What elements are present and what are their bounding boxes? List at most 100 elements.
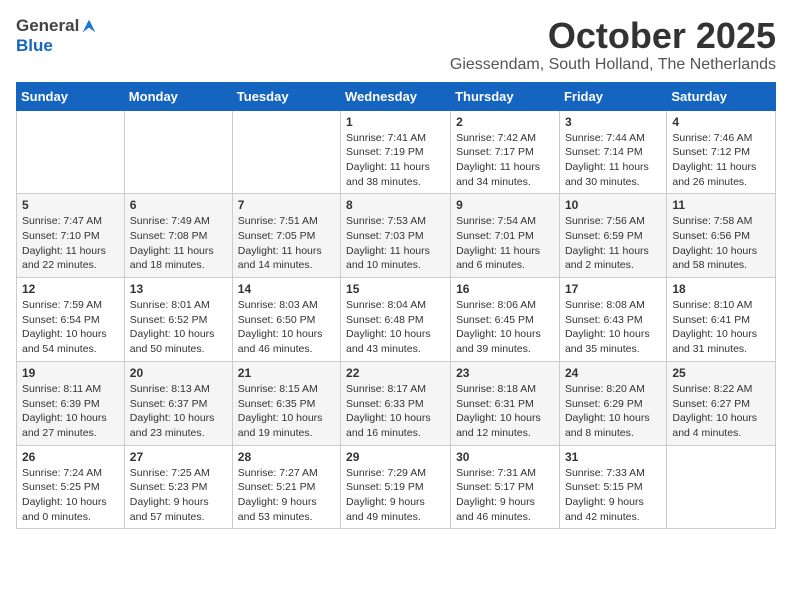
calendar-day-cell: 15Sunrise: 8:04 AM Sunset: 6:48 PM Dayli…	[341, 278, 451, 362]
day-number: 16	[456, 282, 554, 296]
calendar-table: SundayMondayTuesdayWednesdayThursdayFrid…	[16, 82, 776, 530]
logo: General Blue	[16, 16, 97, 56]
calendar-day-cell: 31Sunrise: 7:33 AM Sunset: 5:15 PM Dayli…	[559, 445, 666, 529]
day-number: 1	[346, 115, 445, 129]
calendar-day-cell: 16 Sunrise: 8:06 AM Sunset: 6:45 PM Dayli…	[451, 278, 560, 362]
calendar-day-cell: 1 Sunrise: 7:41 AM Sunset: 7:19 PM Daylig…	[341, 110, 451, 194]
calendar-week-row: 19 Sunrise: 8:11 AM Sunset: 6:39 PM Dayli…	[17, 361, 776, 445]
day-info: Sunrise: 7:56 AM Sunset: 6:59 PM Dayligh…	[565, 214, 661, 273]
calendar-header-tuesday: Tuesday	[232, 82, 340, 110]
calendar-day-cell: 3 Sunrise: 7:44 AM Sunset: 7:14 PM Daylig…	[559, 110, 666, 194]
day-info: Sunrise: 7:33 AM Sunset: 5:15 PM Dayligh…	[565, 466, 661, 525]
calendar-week-row: 5 Sunrise: 7:47 AM Sunset: 7:10 PM Daylig…	[17, 194, 776, 278]
day-number: 27	[130, 450, 227, 464]
calendar-day-cell: 4 Sunrise: 7:46 AM Sunset: 7:12 PM Daylig…	[667, 110, 776, 194]
calendar-day-cell: 25 Sunrise: 8:22 AM Sunset: 6:27 PM Dayli…	[667, 361, 776, 445]
calendar-day-cell: 14Sunrise: 8:03 AM Sunset: 6:50 PM Dayli…	[232, 278, 340, 362]
day-number: 3	[565, 115, 661, 129]
calendar-day-cell: 20Sunrise: 8:13 AM Sunset: 6:37 PM Dayli…	[124, 361, 232, 445]
day-info: Sunrise: 8:10 AM Sunset: 6:41 PM Dayligh…	[672, 298, 770, 357]
day-number: 2	[456, 115, 554, 129]
logo-arrow-icon	[81, 18, 97, 34]
day-number: 17	[565, 282, 661, 296]
day-info: Sunrise: 7:47 AM Sunset: 7:10 PM Dayligh…	[22, 214, 119, 273]
calendar-day-cell: 21Sunrise: 8:15 AM Sunset: 6:35 PM Dayli…	[232, 361, 340, 445]
day-info: Sunrise: 8:08 AM Sunset: 6:43 PM Dayligh…	[565, 298, 661, 357]
day-number: 11	[672, 198, 770, 212]
page-header: General Blue October 2025 Giessendam, So…	[16, 16, 776, 74]
day-info: Sunrise: 8:11 AM Sunset: 6:39 PM Dayligh…	[22, 382, 119, 441]
day-number: 5	[22, 198, 119, 212]
logo-general-text: General	[16, 16, 79, 36]
day-number: 7	[238, 198, 335, 212]
day-info: Sunrise: 8:22 AM Sunset: 6:27 PM Dayligh…	[672, 382, 770, 441]
day-info: Sunrise: 8:03 AM Sunset: 6:50 PM Dayligh…	[238, 298, 335, 357]
calendar-day-cell: 18 Sunrise: 8:10 AM Sunset: 6:41 PM Dayli…	[667, 278, 776, 362]
day-number: 8	[346, 198, 445, 212]
calendar-day-cell: 6 Sunrise: 7:49 AM Sunset: 7:08 PM Daylig…	[124, 194, 232, 278]
day-info: Sunrise: 7:54 AM Sunset: 7:01 PM Dayligh…	[456, 214, 554, 273]
day-info: Sunrise: 7:31 AM Sunset: 5:17 PM Dayligh…	[456, 466, 554, 525]
day-number: 24	[565, 366, 661, 380]
calendar-day-cell: 5 Sunrise: 7:47 AM Sunset: 7:10 PM Daylig…	[17, 194, 125, 278]
calendar-header-saturday: Saturday	[667, 82, 776, 110]
calendar-day-cell: 30Sunrise: 7:31 AM Sunset: 5:17 PM Dayli…	[451, 445, 560, 529]
day-info: Sunrise: 7:42 AM Sunset: 7:17 PM Dayligh…	[456, 131, 554, 190]
day-info: Sunrise: 8:04 AM Sunset: 6:48 PM Dayligh…	[346, 298, 445, 357]
month-title: October 2025	[450, 16, 776, 56]
day-info: Sunrise: 7:29 AM Sunset: 5:19 PM Dayligh…	[346, 466, 445, 525]
calendar-day-cell: 8Sunrise: 7:53 AM Sunset: 7:03 PM Daylig…	[341, 194, 451, 278]
day-number: 19	[22, 366, 119, 380]
calendar-day-cell: 13Sunrise: 8:01 AM Sunset: 6:52 PM Dayli…	[124, 278, 232, 362]
calendar-header-sunday: Sunday	[17, 82, 125, 110]
calendar-header-thursday: Thursday	[451, 82, 560, 110]
day-info: Sunrise: 7:49 AM Sunset: 7:08 PM Dayligh…	[130, 214, 227, 273]
day-number: 4	[672, 115, 770, 129]
day-info: Sunrise: 7:46 AM Sunset: 7:12 PM Dayligh…	[672, 131, 770, 190]
day-number: 21	[238, 366, 335, 380]
calendar-week-row: 1 Sunrise: 7:41 AM Sunset: 7:19 PM Daylig…	[17, 110, 776, 194]
logo-blue-text: Blue	[16, 36, 53, 56]
day-info: Sunrise: 8:17 AM Sunset: 6:33 PM Dayligh…	[346, 382, 445, 441]
day-number: 10	[565, 198, 661, 212]
calendar-week-row: 12 Sunrise: 7:59 AM Sunset: 6:54 PM Dayli…	[17, 278, 776, 362]
day-number: 29	[346, 450, 445, 464]
day-number: 26	[22, 450, 119, 464]
day-info: Sunrise: 7:27 AM Sunset: 5:21 PM Dayligh…	[238, 466, 335, 525]
day-number: 23	[456, 366, 554, 380]
calendar-day-cell	[667, 445, 776, 529]
day-info: Sunrise: 7:51 AM Sunset: 7:05 PM Dayligh…	[238, 214, 335, 273]
calendar-day-cell: 11Sunrise: 7:58 AM Sunset: 6:56 PM Dayli…	[667, 194, 776, 278]
calendar-day-cell	[124, 110, 232, 194]
calendar-day-cell: 22 Sunrise: 8:17 AM Sunset: 6:33 PM Dayli…	[341, 361, 451, 445]
calendar-header-monday: Monday	[124, 82, 232, 110]
calendar-day-cell: 27 Sunrise: 7:25 AM Sunset: 5:23 PM Dayli…	[124, 445, 232, 529]
day-number: 28	[238, 450, 335, 464]
calendar-day-cell: 2 Sunrise: 7:42 AM Sunset: 7:17 PM Daylig…	[451, 110, 560, 194]
day-info: Sunrise: 7:44 AM Sunset: 7:14 PM Dayligh…	[565, 131, 661, 190]
day-info: Sunrise: 8:18 AM Sunset: 6:31 PM Dayligh…	[456, 382, 554, 441]
day-number: 12	[22, 282, 119, 296]
calendar-day-cell: 23 Sunrise: 8:18 AM Sunset: 6:31 PM Dayli…	[451, 361, 560, 445]
day-number: 9	[456, 198, 554, 212]
calendar-header-wednesday: Wednesday	[341, 82, 451, 110]
day-info: Sunrise: 7:25 AM Sunset: 5:23 PM Dayligh…	[130, 466, 227, 525]
calendar-day-cell: 12 Sunrise: 7:59 AM Sunset: 6:54 PM Dayli…	[17, 278, 125, 362]
day-number: 18	[672, 282, 770, 296]
calendar-day-cell: 24Sunrise: 8:20 AM Sunset: 6:29 PM Dayli…	[559, 361, 666, 445]
calendar-day-cell: 29 Sunrise: 7:29 AM Sunset: 5:19 PM Dayli…	[341, 445, 451, 529]
day-info: Sunrise: 8:06 AM Sunset: 6:45 PM Dayligh…	[456, 298, 554, 357]
calendar-header-friday: Friday	[559, 82, 666, 110]
calendar-day-cell: 28 Sunrise: 7:27 AM Sunset: 5:21 PM Dayli…	[232, 445, 340, 529]
day-number: 13	[130, 282, 227, 296]
title-section: October 2025 Giessendam, South Holland, …	[450, 16, 776, 74]
day-number: 25	[672, 366, 770, 380]
day-info: Sunrise: 7:24 AM Sunset: 5:25 PM Dayligh…	[22, 466, 119, 525]
day-number: 6	[130, 198, 227, 212]
day-info: Sunrise: 7:59 AM Sunset: 6:54 PM Dayligh…	[22, 298, 119, 357]
calendar-day-cell: 26 Sunrise: 7:24 AM Sunset: 5:25 PM Dayli…	[17, 445, 125, 529]
calendar-day-cell	[232, 110, 340, 194]
day-info: Sunrise: 7:41 AM Sunset: 7:19 PM Dayligh…	[346, 131, 445, 190]
day-number: 22	[346, 366, 445, 380]
day-info: Sunrise: 8:13 AM Sunset: 6:37 PM Dayligh…	[130, 382, 227, 441]
